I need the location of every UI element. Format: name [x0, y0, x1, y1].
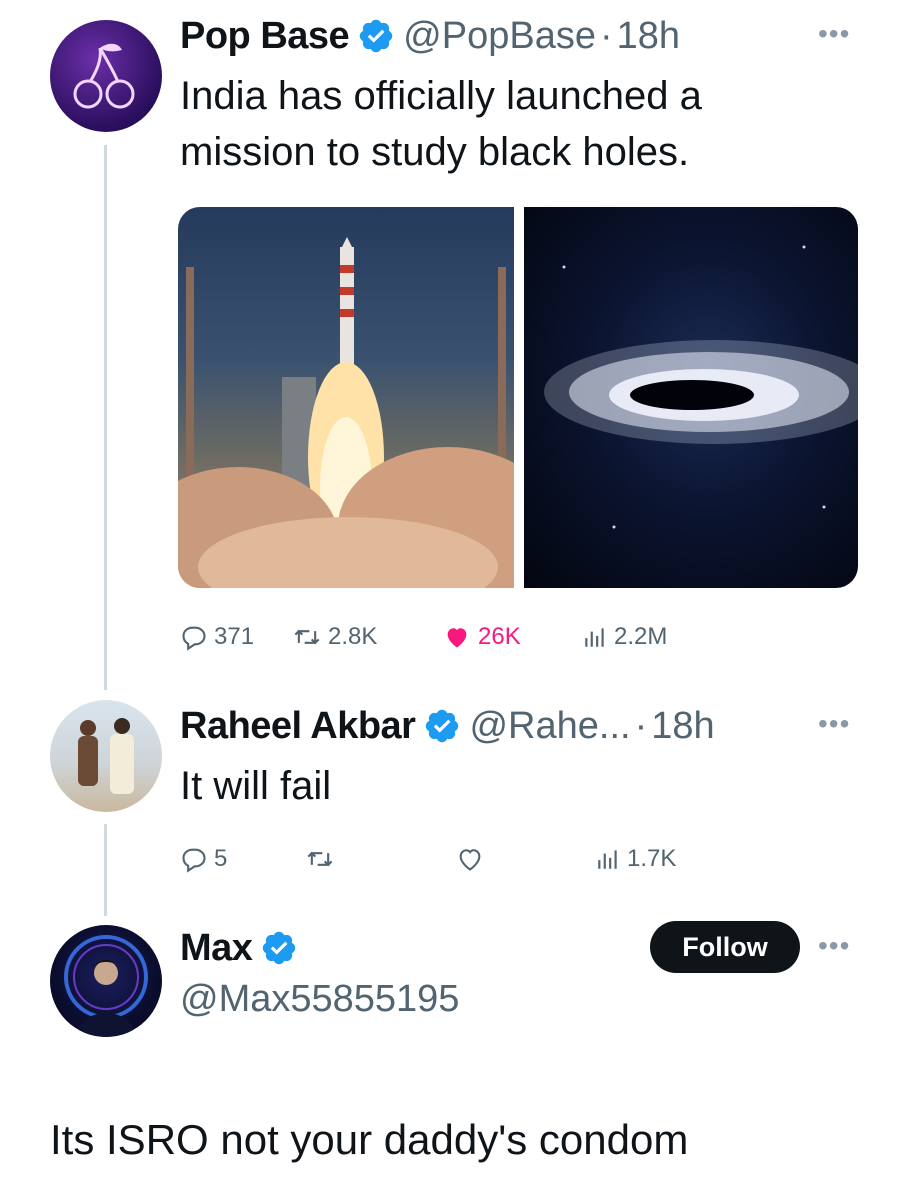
tweet-text: It will fail: [180, 764, 332, 808]
like-button[interactable]: [455, 845, 595, 873]
avatar-raheel[interactable]: [50, 700, 162, 812]
like-count: 26K: [478, 623, 521, 650]
views-button[interactable]: 2.2M: [582, 623, 667, 651]
retweet-count: 2.8K: [328, 623, 378, 650]
like-icon: [447, 628, 467, 648]
media-image-black-hole[interactable]: [524, 207, 858, 588]
views-icon: [598, 850, 617, 869]
reply-button[interactable]: 5: [180, 845, 305, 873]
avatar-max[interactable]: [50, 925, 162, 1037]
views-count: 1.7K: [627, 845, 677, 872]
verified-badge-icon: [263, 931, 296, 965]
black-hole-illustration: [544, 245, 858, 529]
reply-icon: [182, 848, 206, 873]
thread-line: [104, 145, 107, 690]
display-name[interactable]: Raheel Akbar: [180, 705, 416, 748]
thread-line: [104, 824, 107, 916]
tweet-text-line: India has officially launched a: [180, 74, 702, 118]
tweet-text: India has officially launched a mission …: [180, 68, 702, 180]
like-button[interactable]: 26K: [442, 623, 582, 651]
reply-icon: [182, 626, 206, 651]
timestamp[interactable]: 18h: [651, 705, 714, 748]
verified-badge-icon: [359, 19, 393, 53]
verified-badge-icon: [426, 709, 459, 743]
retweet-button[interactable]: [305, 845, 455, 873]
more-dots-icon[interactable]: •••: [818, 20, 850, 48]
more-dots-icon[interactable]: •••: [818, 932, 850, 960]
tweet-header: Raheel Akbar @Rahe... · 18h: [180, 702, 715, 750]
reply-button[interactable]: 371: [180, 623, 292, 651]
tweet-text-line: mission to study black holes.: [180, 130, 690, 174]
tweet-actions: 371 2.8K 26K 2.2M: [180, 620, 667, 654]
reply-count: 5: [214, 845, 228, 872]
handle[interactable]: @Rahe...: [469, 705, 630, 748]
more-dots-icon[interactable]: •••: [818, 710, 850, 738]
display-name[interactable]: Max: [180, 927, 253, 970]
handle[interactable]: @Max55855195: [180, 978, 459, 1021]
like-icon: [459, 849, 481, 871]
profile-photo: [64, 935, 148, 1037]
display-name[interactable]: Pop Base: [180, 15, 350, 58]
separator: ·: [599, 14, 613, 57]
views-count: 2.2M: [614, 623, 668, 650]
rocket-launch-illustration: [178, 237, 514, 588]
reply-text: Its ISRO not your daddy's condom: [50, 1116, 689, 1163]
tweet-actions: 5 1.7K: [180, 842, 676, 876]
handle[interactable]: @PopBase: [403, 15, 596, 58]
views-icon: [585, 628, 604, 647]
retweet-button[interactable]: 2.8K: [292, 623, 442, 651]
retweet-icon: [307, 851, 333, 867]
profile-photo: [78, 718, 134, 794]
cherry-logo-icon: [73, 43, 135, 109]
avatar-popbase[interactable]: [50, 20, 162, 132]
retweet-icon: [294, 629, 320, 645]
timestamp[interactable]: 18h: [617, 15, 680, 58]
reply-count: 371: [214, 623, 255, 650]
separator: ·: [634, 704, 648, 747]
views-button[interactable]: 1.7K: [595, 845, 676, 873]
user-header: Max: [180, 924, 298, 972]
media-image-rocket[interactable]: [178, 207, 514, 588]
tweet-header: Pop Base @PopBase · 18h: [180, 12, 680, 60]
follow-button[interactable]: Follow: [650, 921, 800, 973]
